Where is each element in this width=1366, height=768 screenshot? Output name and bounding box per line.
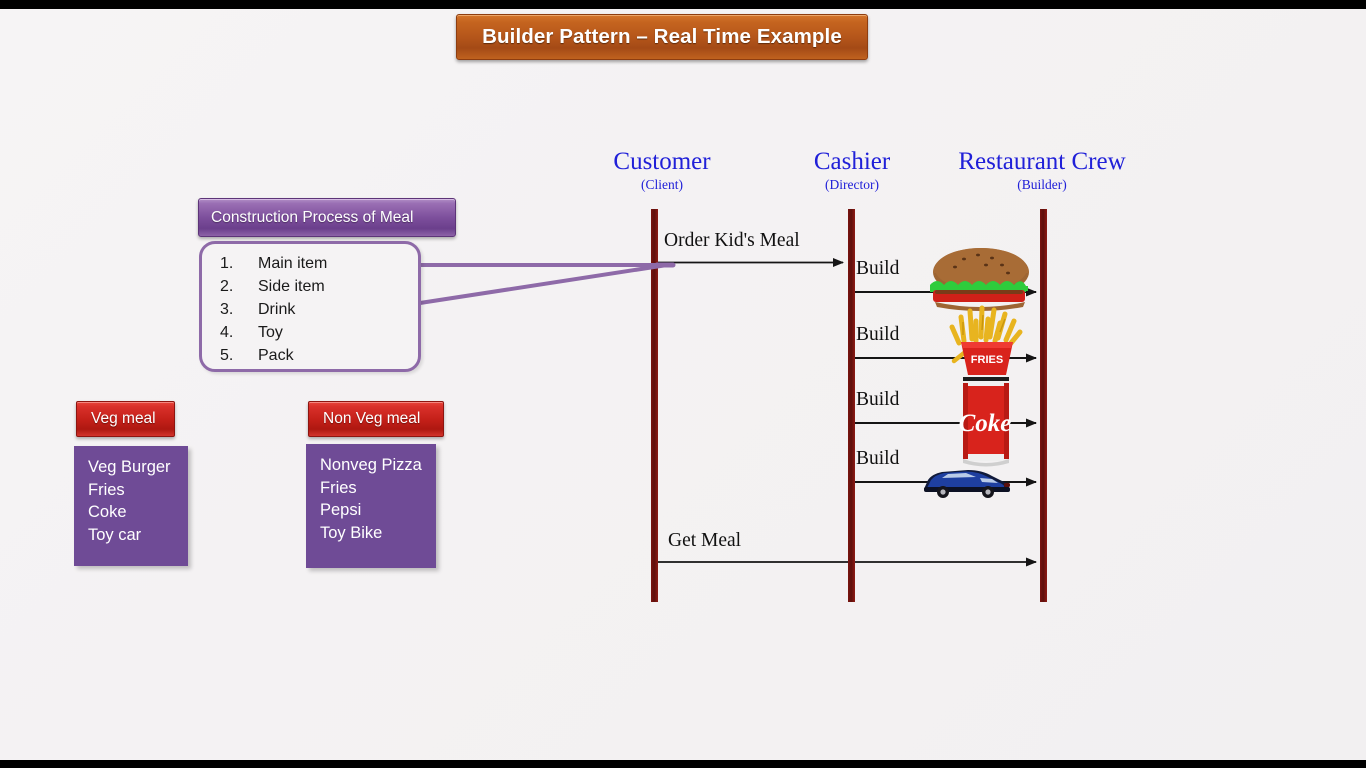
step-number: 5. — [220, 347, 234, 364]
message-arrows — [655, 258, 1037, 567]
step-label: Toy — [258, 324, 283, 341]
step-number: 1. — [220, 255, 234, 272]
fries-carton-text: FRIES — [971, 354, 1003, 366]
slide-root: Builder Pattern – Real Time Example Cust… — [0, 0, 1366, 768]
lifeline-cashier — [848, 209, 855, 602]
letterbox-bottom — [0, 760, 1366, 768]
fries-icon: FRIES — [949, 305, 1023, 375]
message-label-build-1: Build — [856, 258, 900, 279]
step-number: 4. — [220, 324, 234, 341]
list-item: 2. Side item — [202, 275, 418, 298]
lifeline-crew — [1040, 209, 1047, 602]
step-number: 3. — [220, 301, 234, 318]
step-label: Side item — [258, 278, 325, 295]
step-label: Pack — [258, 347, 294, 364]
toy-car-icon — [924, 470, 1010, 498]
burger-icon — [930, 248, 1029, 311]
step-label: Main item — [258, 255, 328, 272]
list-item: 1. Main item — [202, 252, 418, 275]
message-label-order-kids-meal: Order Kid's Meal — [664, 230, 800, 251]
sequence-diagram: Customer (Client) Cashier (Director) Res… — [0, 9, 1366, 760]
message-label-get-meal: Get Meal — [668, 530, 742, 551]
message-label-build-4: Build — [856, 448, 900, 469]
callout-pointer — [405, 262, 676, 307]
step-number: 2. — [220, 278, 234, 295]
coke-can-text: Coke — [959, 410, 1012, 437]
message-label-build-3: Build — [856, 389, 900, 410]
step-label: Drink — [258, 301, 296, 318]
list-item: 3. Drink — [202, 298, 418, 321]
list-item: 5. Pack — [202, 344, 418, 367]
letterbox-top — [0, 0, 1366, 9]
list-item: 4. Toy — [202, 321, 418, 344]
construction-process-callout: 1. Main item 2. Side item 3. Drink 4. To… — [199, 241, 421, 372]
construction-steps-list: 1. Main item 2. Side item 3. Drink 4. To… — [202, 244, 418, 367]
coke-can-icon: Coke — [959, 377, 1012, 467]
slide-canvas: Builder Pattern – Real Time Example Cust… — [0, 9, 1366, 760]
message-label-build-2: Build — [856, 324, 900, 345]
